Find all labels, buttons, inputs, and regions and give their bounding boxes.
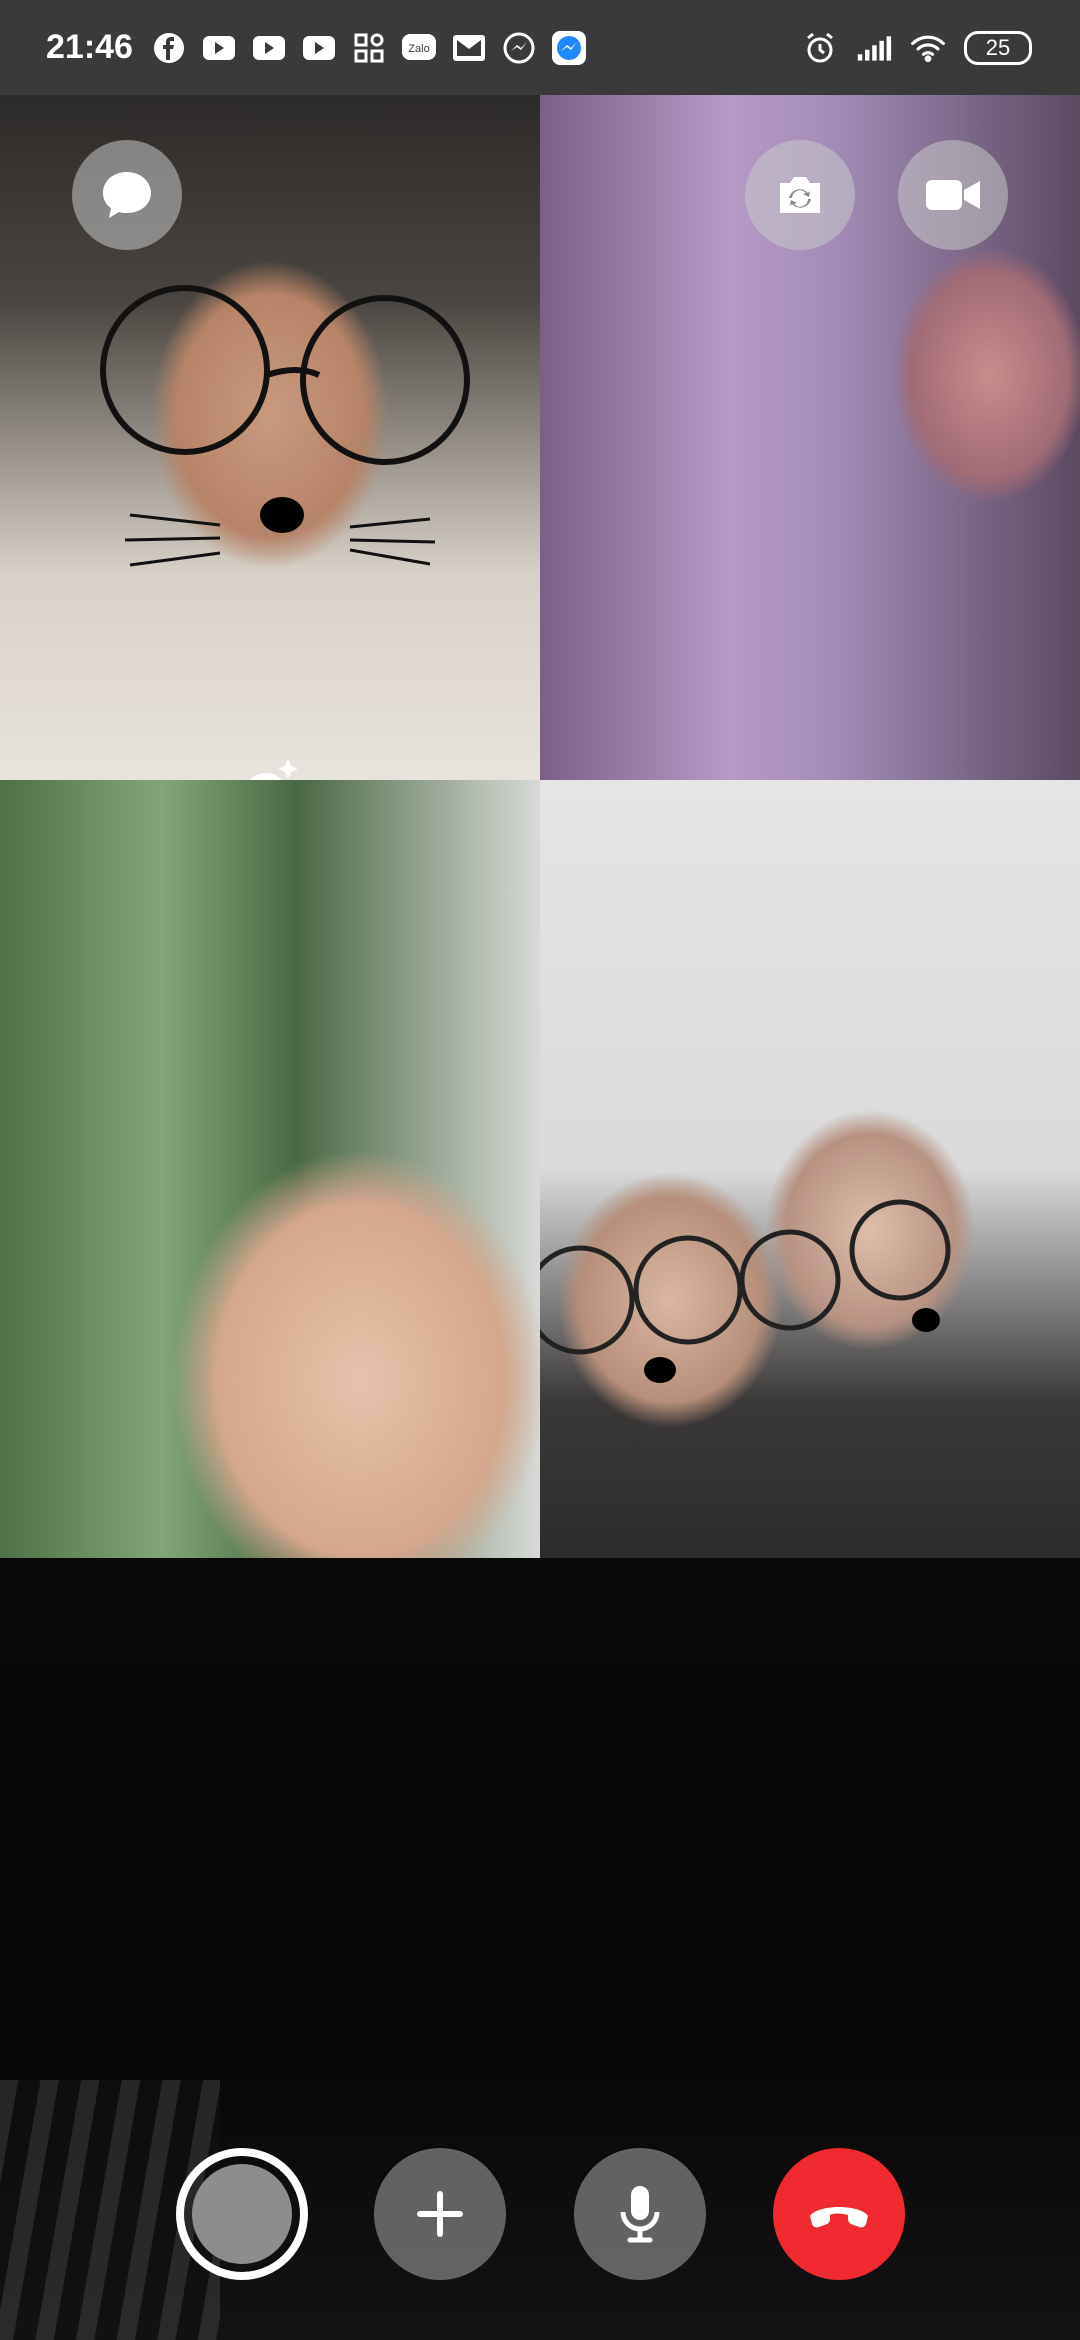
- apps-icon: [351, 30, 387, 66]
- microphone-icon: [620, 2186, 660, 2243]
- messenger-icon: [501, 30, 537, 66]
- cat-filter-overlay: [540, 1199, 951, 1383]
- call-controls: [0, 2148, 1080, 2280]
- zalo-icon: Zalo: [401, 30, 437, 66]
- battery-indicator: 25: [964, 30, 1032, 65]
- facebook-icon: [151, 30, 187, 66]
- flip-camera-icon: [780, 177, 820, 213]
- zalo-label: Zalo: [408, 43, 429, 55]
- notification-icons: Zalo: [151, 30, 587, 66]
- flip-camera-button[interactable]: [745, 140, 855, 250]
- system-icons: 25: [802, 0, 1032, 95]
- messenger-icon: [551, 30, 587, 66]
- youtube-icon: [201, 30, 237, 66]
- status-bar: 21:46 Zalo 25: [0, 0, 1080, 95]
- wifi-icon: [910, 30, 946, 66]
- alarm-icon: [802, 30, 838, 66]
- capture-icon: [192, 2164, 292, 2264]
- youtube-icon: [301, 30, 337, 66]
- participant-video-3[interactable]: [0, 780, 540, 1558]
- add-person-button[interactable]: [374, 2148, 506, 2280]
- add-person-icon: [417, 2191, 463, 2237]
- status-time: 21:46: [46, 28, 133, 66]
- video-camera-icon: [926, 180, 980, 210]
- end-call-button[interactable]: [773, 2148, 905, 2280]
- microphone-button[interactable]: [574, 2148, 706, 2280]
- signal-icon: [856, 30, 892, 66]
- chat-icon: [103, 172, 151, 218]
- chat-button[interactable]: [72, 140, 182, 250]
- effects-icon[interactable]: [236, 755, 306, 780]
- capture-button[interactable]: [176, 2148, 308, 2280]
- youtube-icon: [251, 30, 287, 66]
- gmail-icon: [451, 30, 487, 66]
- video-toggle-button[interactable]: [898, 140, 1008, 250]
- participant-video-4[interactable]: [540, 780, 1080, 1558]
- end-call-icon: [810, 2207, 868, 2228]
